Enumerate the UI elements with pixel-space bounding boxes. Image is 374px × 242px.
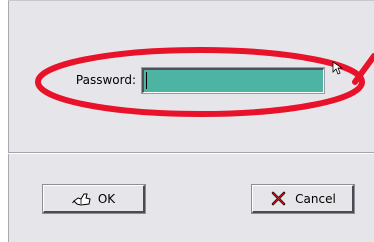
cancel-button-label: Cancel	[295, 191, 336, 206]
dialog-separator	[8, 152, 374, 154]
ok-button-label: OK	[97, 191, 116, 206]
password-label: Password:	[75, 73, 136, 87]
ok-button[interactable]: OK	[42, 184, 146, 214]
cancel-x-icon	[269, 190, 289, 208]
password-field[interactable]	[141, 67, 325, 94]
text-caret	[146, 72, 147, 89]
cancel-button[interactable]: Cancel	[251, 184, 355, 214]
dialog-top-border	[8, 0, 374, 1]
ok-hand-icon	[71, 190, 92, 208]
